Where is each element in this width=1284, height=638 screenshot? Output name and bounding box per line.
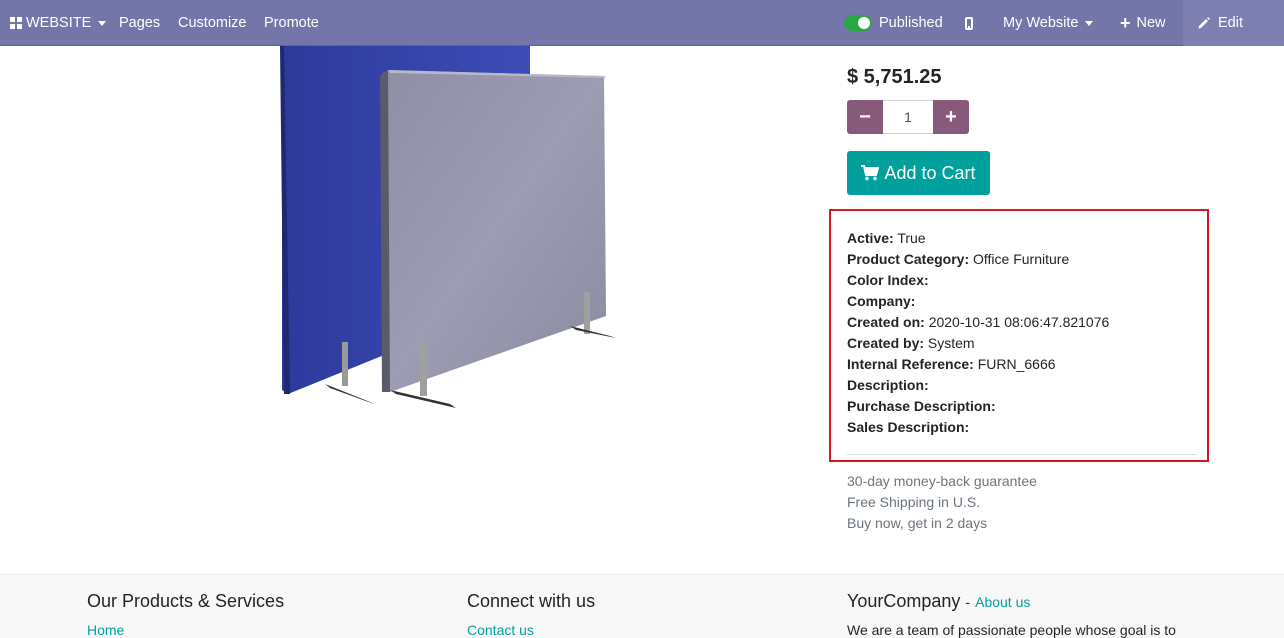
plus-icon: + bbox=[945, 105, 957, 128]
my-website-label: My Website bbox=[1003, 15, 1079, 31]
website-editor-navbar: WEBSITE Pages Customize Promote Publishe… bbox=[0, 0, 1284, 46]
product-perks: 30-day money-back guarantee Free Shippin… bbox=[847, 471, 1037, 534]
detail-row-sales-description: Sales Description: bbox=[847, 419, 970, 435]
plus-icon: + bbox=[1120, 13, 1131, 33]
new-label: New bbox=[1136, 15, 1166, 31]
footer-contact-link[interactable]: Contact us bbox=[467, 622, 595, 638]
about-us-link[interactable]: About us bbox=[975, 594, 1030, 610]
footer-company-title: YourCompany - About us bbox=[847, 591, 1176, 612]
footer-company-column: YourCompany - About us We are a team of … bbox=[847, 591, 1176, 638]
increase-quantity-button[interactable]: + bbox=[933, 100, 969, 134]
company-separator: - bbox=[965, 594, 971, 610]
customize-menu[interactable]: Customize bbox=[178, 0, 247, 46]
detail-row-company: Company: bbox=[847, 293, 916, 309]
company-description: We are a team of passionate people whose… bbox=[847, 622, 1176, 638]
footer-home-link[interactable]: Home bbox=[87, 622, 284, 638]
footer-connect-title: Connect with us bbox=[467, 591, 596, 611]
pencil-icon bbox=[1198, 17, 1210, 29]
toggle-switch-icon bbox=[844, 15, 872, 31]
website-menu-label: WEBSITE bbox=[26, 15, 92, 31]
detail-row-created-on: Created on: 2020-10-31 08:06:47.821076 bbox=[847, 314, 1110, 330]
edit-label: Edit bbox=[1218, 15, 1243, 31]
footer-products-column: Our Products & Services Home bbox=[87, 591, 284, 638]
footer-products-title: Our Products & Services bbox=[87, 591, 285, 611]
promote-menu[interactable]: Promote bbox=[264, 0, 319, 46]
caret-down-icon bbox=[98, 20, 107, 26]
perk-free-shipping: Free Shipping in U.S. bbox=[847, 494, 981, 510]
product-details-list: Active: True Product Category: Office Fu… bbox=[847, 228, 1109, 438]
caret-down-icon bbox=[1085, 20, 1094, 26]
shopping-cart-icon bbox=[861, 165, 880, 181]
add-to-cart-button[interactable]: Add to Cart bbox=[847, 151, 990, 195]
quantity-stepper: − + bbox=[847, 100, 969, 134]
add-to-cart-label: Add to Cart bbox=[884, 162, 976, 183]
detail-row-purchase-description: Purchase Description: bbox=[847, 398, 996, 414]
product-price: $ 5,751.25 bbox=[847, 66, 942, 88]
pages-menu[interactable]: Pages bbox=[119, 0, 160, 46]
detail-row-description: Description: bbox=[847, 377, 929, 393]
published-label: Published bbox=[879, 15, 943, 31]
quantity-input[interactable] bbox=[883, 100, 933, 134]
detail-row-color-index: Color Index: bbox=[847, 272, 929, 288]
minus-icon: − bbox=[859, 105, 871, 128]
detail-row-active: Active: True bbox=[847, 230, 926, 246]
company-name: YourCompany bbox=[847, 591, 961, 611]
footer-connect-column: Connect with us Contact us bbox=[467, 591, 595, 638]
decrease-quantity-button[interactable]: − bbox=[847, 100, 883, 134]
apps-grid-icon bbox=[10, 17, 22, 29]
mobile-phone-icon bbox=[965, 16, 973, 30]
my-website-switcher[interactable]: My Website bbox=[1003, 0, 1094, 46]
detail-row-internal-reference: Internal Reference: FURN_6666 bbox=[847, 356, 1056, 372]
product-image bbox=[280, 46, 616, 408]
mobile-preview-button[interactable] bbox=[965, 0, 973, 46]
detail-row-created-by: Created by: System bbox=[847, 335, 975, 351]
footer: Our Products & Services Home Connect wit… bbox=[0, 574, 1284, 638]
details-divider bbox=[847, 454, 1197, 455]
published-toggle[interactable]: Published bbox=[844, 0, 943, 46]
perk-money-back: 30-day money-back guarantee bbox=[847, 473, 1037, 489]
perk-fast-delivery: Buy now, get in 2 days bbox=[847, 515, 988, 531]
website-menu[interactable]: WEBSITE bbox=[10, 0, 107, 46]
new-content-button[interactable]: + New bbox=[1120, 0, 1166, 46]
detail-row-product-category: Product Category: Office Furniture bbox=[847, 251, 1070, 267]
edit-button[interactable]: Edit bbox=[1197, 0, 1243, 46]
